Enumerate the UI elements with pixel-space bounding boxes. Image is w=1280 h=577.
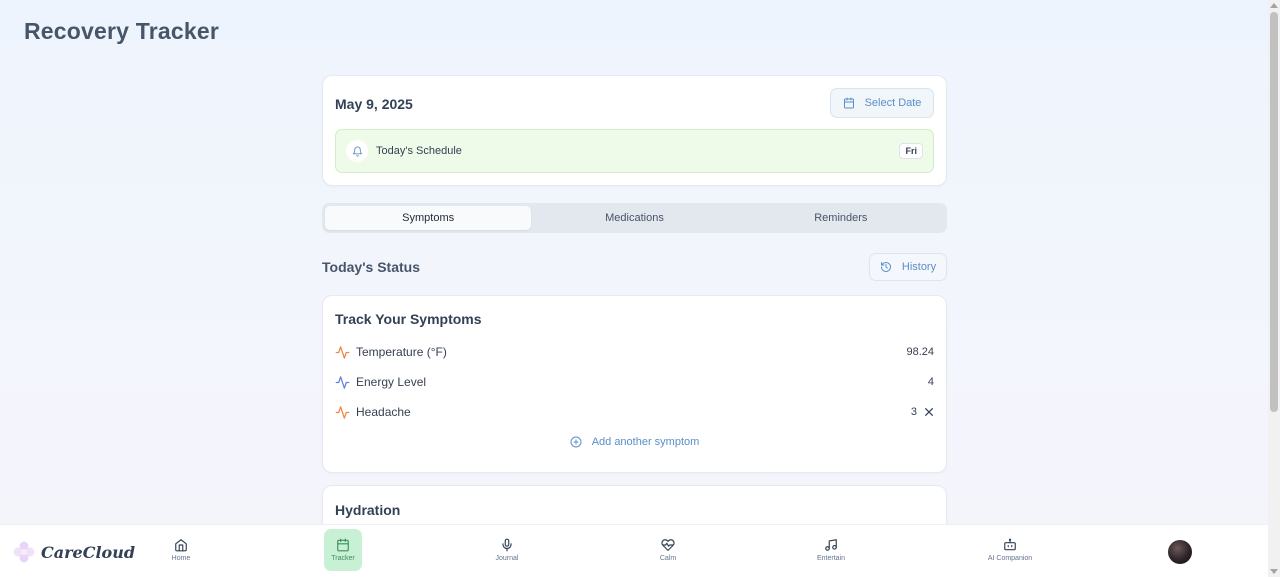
- status-title: Today's Status: [322, 259, 420, 275]
- nav-label: Home: [171, 555, 191, 562]
- nav-label: Entertain: [816, 555, 846, 562]
- plus-circle-icon: [570, 436, 582, 448]
- symptom-name: Energy Level: [356, 375, 427, 389]
- bottom-nav: CareCloud Home Tracker Journal Calm Ente…: [0, 524, 1268, 577]
- avatar[interactable]: [1168, 540, 1192, 564]
- select-date-label: Select Date: [864, 97, 922, 109]
- symptoms-card-title: Track Your Symptoms: [335, 311, 482, 327]
- todays-schedule[interactable]: Today's Schedule Fri: [335, 129, 934, 173]
- schedule-label: Today's Schedule: [376, 145, 462, 157]
- close-icon: [925, 408, 933, 416]
- date-card: May 9, 2025 Select Date Today's Schedule…: [322, 75, 947, 186]
- nav-tracker[interactable]: Tracker: [324, 529, 362, 571]
- scroll-thumb[interactable]: [1270, 12, 1278, 412]
- symptom-value: 4: [927, 376, 934, 388]
- status-header: Today's Status History: [322, 253, 947, 281]
- history-icon: [880, 261, 892, 273]
- heart-pulse-icon: [661, 539, 675, 551]
- symptom-value: 98.24: [906, 346, 934, 358]
- day-badge: Fri: [899, 143, 923, 159]
- tab-reminders[interactable]: Reminders: [738, 206, 944, 230]
- bell-icon: [346, 140, 368, 162]
- current-date: May 9, 2025: [335, 96, 413, 112]
- tab-bar: Symptoms Medications Reminders: [322, 203, 947, 233]
- page-title: Recovery Tracker: [24, 18, 220, 44]
- nav-journal[interactable]: Journal: [488, 529, 526, 571]
- history-button[interactable]: History: [869, 253, 947, 281]
- nav-calm[interactable]: Calm: [649, 529, 687, 571]
- scroll-down-arrow[interactable]: [1270, 569, 1278, 574]
- remove-symptom-button[interactable]: [924, 407, 934, 417]
- nav-label: Journal: [495, 555, 519, 562]
- activity-icon: [335, 405, 350, 420]
- tab-symptoms[interactable]: Symptoms: [325, 206, 532, 230]
- logo[interactable]: CareCloud: [12, 540, 135, 564]
- symptom-name: Temperature (°F): [356, 345, 447, 359]
- main-content: May 9, 2025 Select Date Today's Schedule…: [322, 75, 947, 545]
- microphone-icon: [502, 538, 512, 552]
- history-label: History: [901, 261, 937, 273]
- select-date-button[interactable]: Select Date: [830, 88, 934, 118]
- robot-icon: [1004, 538, 1016, 551]
- music-icon: [825, 539, 837, 551]
- home-icon: [175, 539, 187, 552]
- calendar-icon: [337, 538, 349, 552]
- symptom-name: Headache: [356, 405, 411, 419]
- activity-icon: [335, 375, 350, 390]
- scroll-up-arrow[interactable]: [1270, 3, 1278, 8]
- nav-label: Calm: [659, 555, 677, 562]
- activity-icon: [335, 345, 350, 360]
- tab-medications[interactable]: Medications: [531, 206, 737, 230]
- symptom-row-headache[interactable]: Headache 3: [335, 397, 934, 427]
- nav-entertain[interactable]: Entertain: [812, 529, 850, 571]
- symptom-list: Temperature (°F) 98.24 Energy Level 4 He…: [335, 337, 934, 427]
- symptom-value: 3: [910, 406, 917, 418]
- flower-logo-icon: [13, 541, 35, 563]
- nav-home[interactable]: Home: [162, 529, 200, 571]
- logo-text: CareCloud: [41, 542, 136, 562]
- nav-label: Tracker: [331, 555, 355, 562]
- symptoms-card: Track Your Symptoms Temperature (°F) 98.…: [322, 295, 947, 473]
- hydration-card-title: Hydration: [335, 502, 401, 518]
- calendar-icon: [843, 97, 855, 109]
- symptom-row-energy-level[interactable]: Energy Level 4: [335, 367, 934, 397]
- nav-label: AI Companion: [987, 555, 1033, 562]
- symptom-row-temperature[interactable]: Temperature (°F) 98.24: [335, 337, 934, 367]
- nav-ai-companion[interactable]: AI Companion: [987, 529, 1033, 571]
- scrollbar[interactable]: [1268, 0, 1280, 577]
- add-symptom-label: Add another symptom: [591, 436, 700, 448]
- add-symptom-button[interactable]: Add another symptom: [323, 436, 946, 448]
